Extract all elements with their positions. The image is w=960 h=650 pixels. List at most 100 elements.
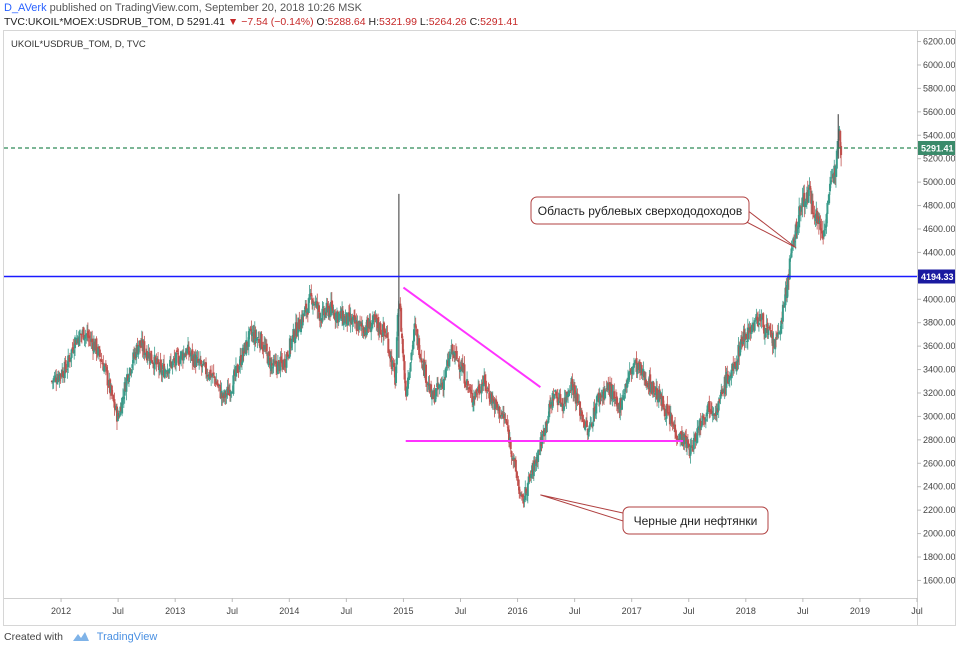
y-tick-label: 4600.00 (923, 224, 955, 234)
candle-body (312, 301, 315, 303)
publish-info: D_AVerk published on TradingView.com, Se… (4, 2, 362, 14)
x-tick-label: 2019 (850, 606, 870, 616)
annotation-label: Черные дни нефтянки (634, 514, 758, 528)
candle-body (442, 378, 445, 391)
close-value: 5291.41 (480, 16, 519, 28)
y-tick-label: 2000.00 (923, 529, 955, 539)
candle-body (757, 322, 760, 325)
x-tick-label: Jul (226, 606, 238, 616)
y-tick-label: 3400.00 (923, 365, 955, 375)
y-tick-label: 3000.00 (923, 411, 955, 421)
candle-body (584, 426, 587, 430)
candle-body (585, 420, 588, 427)
candle-body (258, 338, 261, 344)
candle-body (449, 355, 452, 357)
candle-body (476, 393, 479, 395)
candle-body (395, 337, 398, 365)
publish-text: published on TradingView.com, September … (49, 2, 362, 14)
open-label: O: (316, 16, 328, 28)
x-tick-label: Jul (341, 606, 353, 616)
y-tick-label: 5600.00 (923, 107, 955, 117)
candle-body (118, 415, 121, 417)
x-tick-label: Jul (112, 606, 124, 616)
candle-body (287, 354, 290, 357)
candle-body (753, 320, 756, 331)
candle-body (256, 338, 259, 341)
y-tick-label: 5000.00 (923, 177, 955, 187)
x-tick-label: 2013 (165, 606, 185, 616)
y-tick-label: 2600.00 (923, 458, 955, 468)
candle-body (408, 372, 411, 379)
y-tick-label: 2800.00 (923, 435, 955, 445)
candle-body (663, 408, 666, 417)
y-tick-label: 1800.00 (923, 552, 955, 562)
candle-body (420, 358, 423, 363)
candle-body (212, 372, 215, 375)
symbol-name: TVC:UKOIL*MOEX:USDRUB_TOM, D (4, 16, 185, 28)
tradingview-brand-link[interactable]: TradingView (97, 631, 158, 643)
candle-body (620, 400, 623, 410)
candle-body (704, 418, 707, 422)
author-link[interactable]: D_AVerk (4, 2, 47, 14)
candle-body (811, 200, 814, 215)
candle-body (466, 381, 469, 386)
y-tick-label: 4800.00 (923, 201, 955, 211)
candle-body (553, 394, 556, 399)
low-label: L: (419, 16, 429, 28)
price-change: −7.54 (−0.14%) (241, 16, 314, 28)
candle-body (82, 327, 85, 340)
high-label: H: (368, 16, 380, 28)
y-tick-label: 3800.00 (923, 318, 955, 328)
high-value: 5321.99 (379, 16, 417, 28)
candle-body (526, 483, 529, 496)
tradingview-logo-icon (72, 632, 89, 641)
y-tick-label: 4400.00 (923, 247, 955, 257)
candle-body (840, 146, 843, 156)
candle-body (265, 343, 268, 352)
last-price: 5291.41 (187, 16, 225, 28)
symbol-info: TVC:UKOIL*MOEX:USDRUB_TOM, D 5291.41 ▼ −… (4, 16, 518, 28)
plot-area (4, 31, 917, 598)
candle-body (455, 350, 458, 360)
last-price-label: 5291.41 (921, 143, 954, 153)
candle-body (471, 392, 474, 403)
candle-body (745, 334, 748, 339)
y-tick-label: 2200.00 (923, 505, 955, 515)
support-price-label: 4194.33 (921, 272, 954, 282)
x-tick-label: 2017 (622, 606, 642, 616)
x-tick-label: 2018 (736, 606, 756, 616)
y-tick-label: 6000.00 (923, 60, 955, 70)
y-tick-label: 6200.00 (923, 37, 955, 47)
candle-body (514, 459, 517, 472)
chart-frame[interactable]: 1600.00 1800.00 2000.00 2200.00 2400.00 2600.… (3, 30, 956, 626)
y-tick-label: 2400.00 (923, 482, 955, 492)
candle-body (822, 230, 825, 237)
low-value: 5264.26 (428, 16, 467, 28)
x-tick-label: Jul (797, 606, 809, 616)
x-tick-label: 2014 (279, 606, 299, 616)
annotation-label: Область рублевых сверхододоходов (538, 204, 742, 218)
created-with-text: Created with (4, 631, 63, 643)
x-tick-label: 2015 (393, 606, 413, 616)
x-tick-label: Jul (455, 606, 467, 616)
x-tick-label: Jul (569, 606, 581, 616)
candle-body (728, 375, 731, 381)
chart-legend: UKOIL*USDRUB_TOM, D, TVC (11, 39, 146, 50)
footer: Created with TradingView (4, 631, 157, 643)
y-tick-label: 3200.00 (923, 388, 955, 398)
candle-body (828, 194, 831, 204)
candle-body (317, 305, 320, 313)
candle-body (541, 433, 544, 445)
open-value: 5288.64 (327, 16, 366, 28)
x-tick-label: 2012 (51, 606, 71, 616)
candle-body (98, 349, 101, 357)
candle-body (106, 370, 109, 386)
candle-body (175, 352, 178, 366)
y-tick-label: 4000.00 (923, 294, 955, 304)
x-tick-label: Jul (911, 606, 923, 616)
price-chart[interactable]: 1600.00 1800.00 2000.00 2200.00 2400.00 2600.… (4, 31, 955, 625)
candle-body (700, 425, 703, 428)
x-tick-label: 2016 (508, 606, 528, 616)
y-tick-label: 3600.00 (923, 341, 955, 351)
candle-body (424, 364, 427, 383)
